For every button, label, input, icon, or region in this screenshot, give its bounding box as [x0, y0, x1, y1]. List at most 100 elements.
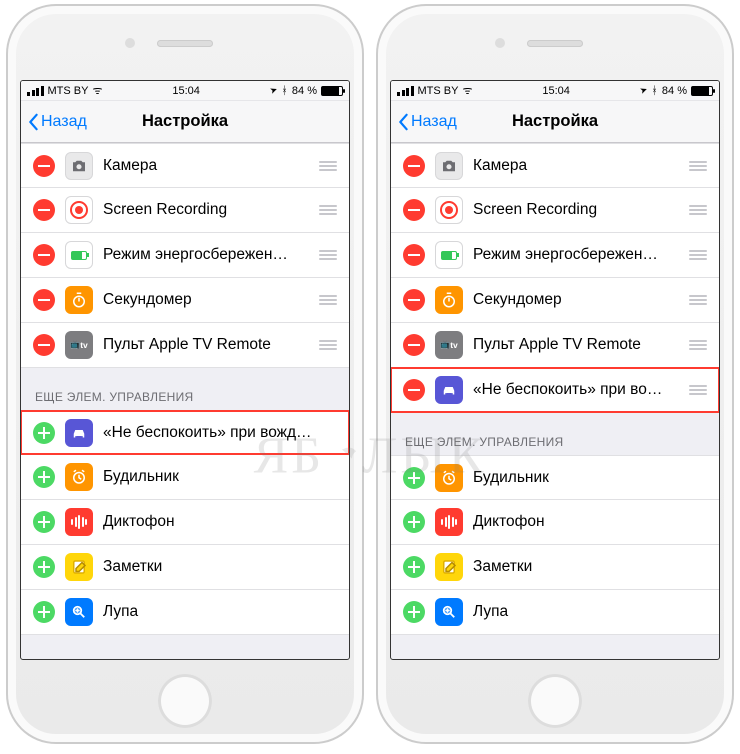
remove-button[interactable] [33, 199, 55, 221]
add-button[interactable] [33, 601, 55, 623]
clock: 15:04 [542, 85, 570, 97]
remove-button[interactable] [403, 379, 425, 401]
row-label: Заметки [473, 558, 707, 576]
back-button[interactable]: Назад [27, 101, 87, 142]
row-label: Заметки [103, 558, 337, 576]
row-stopwatch[interactable]: Секундомер [391, 278, 719, 323]
reorder-handle-icon[interactable] [689, 250, 707, 260]
voice-memos-icon [65, 508, 93, 536]
row-notes[interactable]: Заметки [391, 545, 719, 590]
content[interactable]: Камера Screen Recording Режим энергосбер… [391, 143, 719, 659]
add-button[interactable] [33, 466, 55, 488]
alarm-icon [435, 464, 463, 492]
add-button[interactable] [33, 422, 55, 444]
reorder-handle-icon[interactable] [689, 295, 707, 305]
front-camera [125, 38, 135, 48]
bluetooth-icon: ᚼ [651, 85, 658, 97]
reorder-handle-icon[interactable] [319, 250, 337, 260]
row-dnd-driving[interactable]: «Не беспокоить» при во… [391, 368, 719, 413]
speaker-grille [157, 40, 213, 47]
home-button[interactable] [528, 674, 582, 728]
row-tv-remote[interactable]: 📺tv Пульт Apple TV Remote [391, 323, 719, 368]
content[interactable]: Камера Screen Recording Режим энергосбер… [21, 143, 349, 659]
battery-percent: 84 % [292, 85, 317, 97]
row-tv-remote[interactable]: 📺tv Пульт Apple TV Remote [21, 323, 349, 368]
battery-icon [321, 86, 343, 96]
remove-button[interactable] [403, 334, 425, 356]
add-button[interactable] [403, 511, 425, 533]
remove-button[interactable] [33, 155, 55, 177]
row-notes[interactable]: Заметки [21, 545, 349, 590]
row-camera[interactable]: Камера [21, 143, 349, 188]
car-icon [65, 419, 93, 447]
signal-icon [27, 86, 44, 96]
tv-remote-icon: 📺tv [65, 331, 93, 359]
row-alarm[interactable]: Будильник [21, 455, 349, 500]
back-button[interactable]: Назад [397, 101, 457, 142]
back-label: Назад [411, 113, 457, 131]
row-label: Лупа [103, 603, 337, 621]
row-stopwatch[interactable]: Секундомер [21, 278, 349, 323]
magnifier-icon [65, 598, 93, 626]
row-label: Режим энергосбережен… [103, 246, 309, 264]
remove-button[interactable] [33, 244, 55, 266]
status-bar: MTS BY ᯤ 15:04 ➤ ᚼ 84 % [21, 81, 349, 101]
remove-button[interactable] [33, 334, 55, 356]
reorder-handle-icon[interactable] [319, 205, 337, 215]
section-more-controls: ЕЩЕ ЭЛЕМ. УПРАВЛЕНИЯ [21, 368, 349, 410]
wifi-icon: ᯤ [92, 83, 102, 98]
reorder-handle-icon[interactable] [689, 161, 707, 171]
reorder-handle-icon[interactable] [689, 205, 707, 215]
remove-button[interactable] [403, 199, 425, 221]
row-magnifier[interactable]: Лупа [391, 590, 719, 635]
row-label: Пульт Apple TV Remote [473, 336, 679, 354]
remove-button[interactable] [403, 289, 425, 311]
row-label: Камера [103, 157, 309, 175]
row-screen-recording[interactable]: Screen Recording [391, 188, 719, 233]
reorder-handle-icon[interactable] [319, 295, 337, 305]
row-label: Будильник [103, 468, 337, 486]
home-button[interactable] [158, 674, 212, 728]
row-low-power[interactable]: Режим энергосбережен… [21, 233, 349, 278]
front-camera [495, 38, 505, 48]
remove-button[interactable] [403, 155, 425, 177]
screen-recording-icon [435, 196, 463, 224]
reorder-handle-icon[interactable] [319, 340, 337, 350]
car-icon [435, 376, 463, 404]
add-button[interactable] [33, 556, 55, 578]
remove-button[interactable] [403, 244, 425, 266]
row-label: Пульт Apple TV Remote [103, 336, 309, 354]
tv-remote-icon: 📺tv [435, 331, 463, 359]
remove-button[interactable] [33, 289, 55, 311]
page-title: Настройка [142, 112, 228, 131]
row-low-power[interactable]: Режим энергосбережен… [391, 233, 719, 278]
reorder-handle-icon[interactable] [689, 385, 707, 395]
speaker-grille [527, 40, 583, 47]
row-voice-memos[interactable]: Диктофон [21, 500, 349, 545]
row-camera[interactable]: Камера [391, 143, 719, 188]
row-magnifier[interactable]: Лупа [21, 590, 349, 635]
row-alarm[interactable]: Будильник [391, 455, 719, 500]
add-button[interactable] [403, 467, 425, 489]
reorder-handle-icon[interactable] [689, 340, 707, 350]
row-label: Лупа [473, 603, 707, 621]
page-title: Настройка [512, 112, 598, 131]
voice-memos-icon [435, 508, 463, 536]
low-power-icon [65, 241, 93, 269]
chevron-left-icon [397, 113, 409, 131]
screen: MTS BY ᯤ 15:04 ➤ ᚼ 84 % Назад Настройка [390, 80, 720, 660]
row-dnd-driving[interactable]: «Не беспокоить» при вожд… [21, 410, 349, 455]
row-label: Секундомер [473, 291, 679, 309]
reorder-handle-icon[interactable] [319, 161, 337, 171]
add-button[interactable] [403, 601, 425, 623]
row-label: Камера [473, 157, 679, 175]
nav-bar: Назад Настройка [21, 101, 349, 143]
row-screen-recording[interactable]: Screen Recording [21, 188, 349, 233]
row-label: Screen Recording [103, 201, 309, 219]
add-button[interactable] [403, 556, 425, 578]
alarm-icon [65, 463, 93, 491]
phone-mockup-right: MTS BY ᯤ 15:04 ➤ ᚼ 84 % Назад Настройка [376, 4, 734, 744]
status-bar: MTS BY ᯤ 15:04 ➤ ᚼ 84 % [391, 81, 719, 101]
add-button[interactable] [33, 511, 55, 533]
row-voice-memos[interactable]: Диктофон [391, 500, 719, 545]
